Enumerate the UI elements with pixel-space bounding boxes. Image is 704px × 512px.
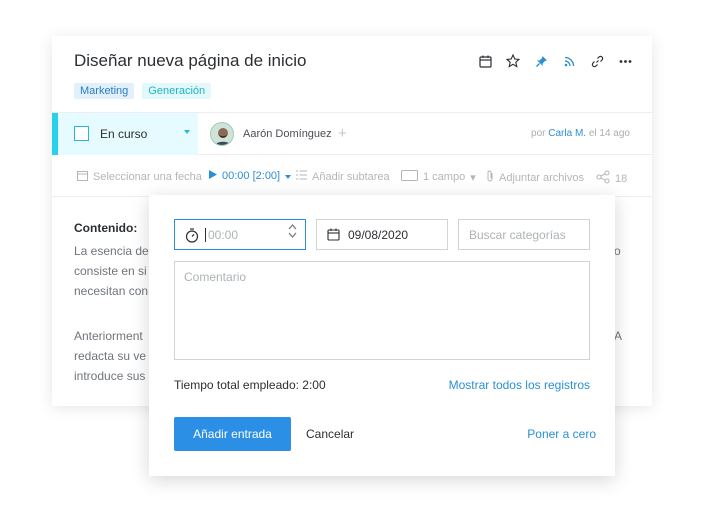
meta-prefix: por <box>531 128 546 139</box>
time-input-field[interactable] <box>174 219 306 250</box>
cancel-button[interactable]: Cancelar <box>306 427 354 441</box>
avatar[interactable] <box>210 122 234 146</box>
add-entry-button[interactable]: Añadir entrada <box>174 417 291 451</box>
meta-suffix: el 14 ago <box>588 128 630 139</box>
calendar-icon <box>327 228 340 244</box>
list-icon <box>296 170 307 183</box>
content-paragraph-2: Anteriorment redacta su ve introduce sus <box>74 326 146 386</box>
status-label: En curso <box>100 127 148 141</box>
paragraph-line: Anteriorment <box>74 329 143 343</box>
time-entry-popup: 09/08/2020 Tiempo total empleado: 2:00 M… <box>149 195 615 476</box>
link-icon[interactable] <box>590 54 604 68</box>
paragraph-line: introduce sus <box>74 369 146 383</box>
total-time-label: Tiempo total empleado: 2:00 <box>174 378 326 392</box>
date-value: 09/08/2020 <box>348 228 409 242</box>
select-date-action[interactable]: Seleccionar una fecha <box>77 170 202 184</box>
action-bar: Seleccionar una fecha 00:00 [2:00] Añadi… <box>52 155 652 197</box>
select-date-label: Seleccionar una fecha <box>93 171 202 183</box>
paragraph-line: necesitan con <box>74 284 149 298</box>
field-icon <box>401 170 418 184</box>
chevron-down-icon <box>285 170 292 182</box>
paragraph-line: consiste en si <box>74 264 147 278</box>
chevron-down-icon[interactable] <box>288 232 297 238</box>
status-row: En curso Aarón Domínguez + por Carla M. … <box>52 112 652 155</box>
time-input[interactable] <box>205 228 275 242</box>
paragraph-line: redacta su ve <box>74 349 147 363</box>
content-paragraph-1: La esencia de consiste en si necesitan c… <box>74 241 149 301</box>
created-meta: por Carla M. el 14 ago <box>531 128 630 139</box>
more-icon[interactable] <box>618 54 632 68</box>
category-search-input[interactable] <box>469 228 579 242</box>
attach-label: Adjuntar archivos <box>499 171 584 184</box>
content-heading: Contenido: <box>74 221 138 235</box>
task-toolbar <box>478 54 632 68</box>
add-subtask-label: Añadir subtarea <box>312 170 390 183</box>
timer-action[interactable]: 00:00 [2:00] <box>209 170 292 182</box>
attach-action[interactable]: Adjuntar archivos <box>486 170 584 185</box>
play-icon <box>209 170 217 182</box>
reset-button[interactable]: Poner a cero <box>527 427 596 441</box>
calendar-icon[interactable] <box>478 54 492 68</box>
star-icon[interactable] <box>506 54 520 68</box>
tag-marketing[interactable]: Marketing <box>74 83 135 99</box>
paragraph-line-fragment: o <box>614 244 621 258</box>
assignee-name[interactable]: Aarón Domínguez <box>243 128 332 140</box>
status-dropdown[interactable]: En curso <box>52 113 198 155</box>
chevron-down-icon: ▾ <box>470 171 476 184</box>
paperclip-icon <box>486 170 494 185</box>
pin-icon[interactable] <box>534 54 548 68</box>
paragraph-line: La esencia de <box>74 244 149 258</box>
status-checkbox[interactable] <box>74 126 89 141</box>
add-assignee-icon[interactable]: + <box>338 125 347 142</box>
fields-label: 1 campo <box>423 171 466 183</box>
comment-input[interactable] <box>174 261 590 360</box>
chevron-up-icon[interactable] <box>288 224 297 230</box>
chevron-down-icon <box>184 130 190 134</box>
stopwatch-icon <box>185 228 199 246</box>
date-field[interactable]: 09/08/2020 <box>316 219 448 250</box>
meta-author[interactable]: Carla M. <box>548 128 586 139</box>
add-subtask-action[interactable]: Añadir subtarea <box>296 170 390 183</box>
paragraph-line-fragment: A <box>614 329 623 343</box>
timer-label: 00:00 [2:00] <box>222 170 281 182</box>
calendar-icon <box>77 170 88 184</box>
show-all-records-link[interactable]: Mostrar todos los registros <box>449 378 590 392</box>
tag-generacion[interactable]: Generación <box>142 83 212 99</box>
rss-icon[interactable] <box>562 54 576 68</box>
task-title[interactable]: Diseñar nueva página de inicio <box>74 51 307 71</box>
share-count: 18 <box>615 172 628 185</box>
fields-action[interactable]: 1 campo ▾ <box>401 170 476 184</box>
tag-list: Marketing Generación <box>74 83 212 99</box>
share-action[interactable]: 18 <box>596 170 627 187</box>
share-icon <box>596 170 610 187</box>
category-field[interactable] <box>458 219 590 250</box>
time-stepper[interactable] <box>288 224 297 238</box>
